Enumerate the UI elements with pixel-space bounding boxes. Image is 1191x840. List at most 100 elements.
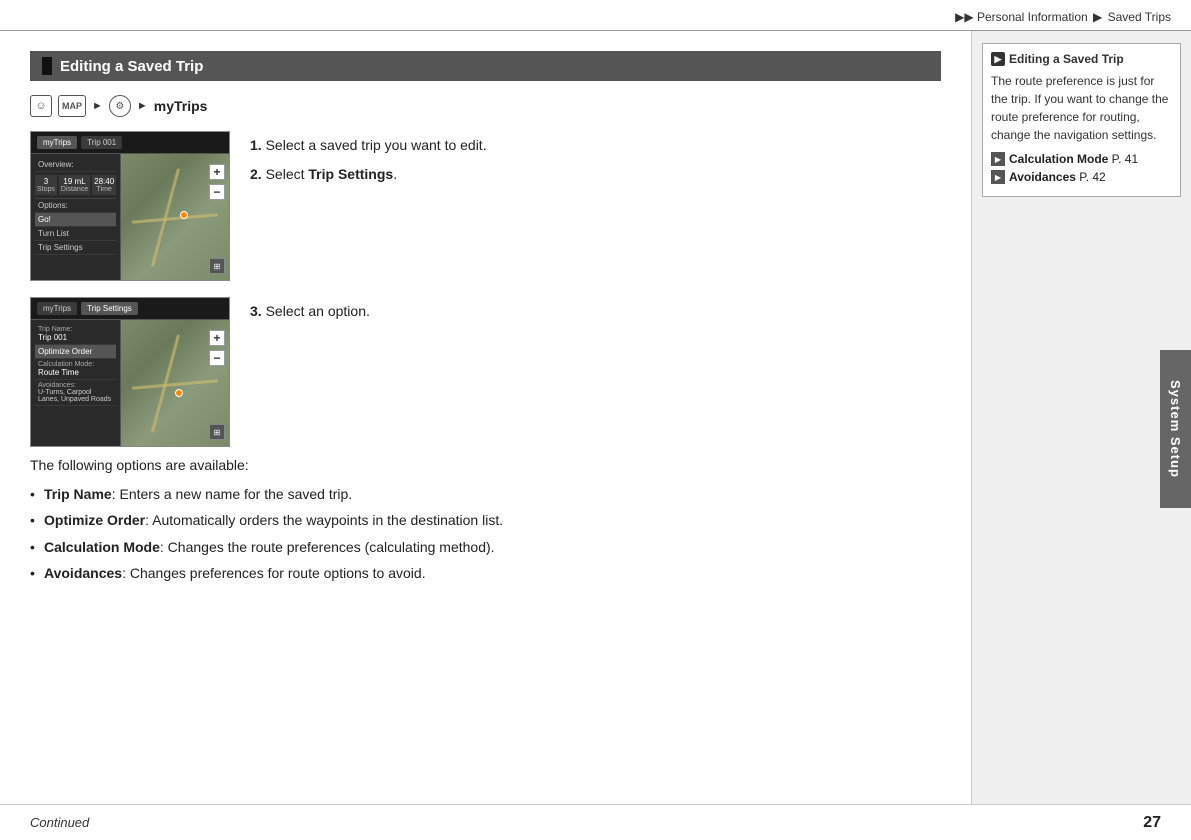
content-area: Editing a Saved Trip ☺ MAP ► ⚙ ► myTrips… (0, 31, 971, 827)
step2: 2. Select Trip Settings. (250, 164, 941, 185)
sidebar-link-text-0: Calculation Mode P. 41 (1009, 152, 1138, 166)
link-page-0: P. 41 (1108, 152, 1138, 166)
map-zoom-in-btn[interactable]: + (209, 164, 225, 180)
map-icon: MAP (58, 95, 86, 117)
screenshot2-topbar: myTrips Trip Settings (31, 298, 229, 320)
screenshot2-map: + − ⊞ (121, 320, 229, 446)
link-bold-0: Calculation Mode (1009, 152, 1108, 166)
bullet-text-1: : Automatically orders the waypoints in … (145, 512, 503, 528)
page-footer: Continued 27 (0, 804, 1191, 840)
link-icon-1: ▶ (991, 170, 1005, 184)
breadcrumb-prefix: ▶▶ (955, 10, 973, 24)
nav-arrow1: ► (92, 100, 103, 112)
menu-overview: Overview: (35, 158, 116, 172)
stat-stops: 3 Stops (35, 175, 57, 195)
menu-trip-settings: Trip Settings (35, 241, 116, 255)
screenshot1: myTrips Trip 001 Overview: 3 Stops (30, 131, 230, 281)
breadcrumb-arrow: ▶ (1093, 10, 1102, 24)
note-icon: ▶ (991, 52, 1005, 66)
bullet-bold-2: Calculation Mode (44, 539, 160, 555)
footer-continued: Continued (30, 815, 89, 830)
stat-time: 28:40 Time (92, 175, 116, 195)
sidebar-note-title: ▶ Editing a Saved Trip (991, 52, 1172, 66)
sidebar-note-title-text: Editing a Saved Trip (1009, 52, 1124, 66)
avoidances: Avoidances: U-Turns, Carpool Lanes, Unpa… (35, 380, 116, 406)
bullet-bold-3: Avoidances (44, 565, 122, 581)
screenshot1-map: + − ⊞ (121, 154, 229, 280)
map-road4 (132, 379, 218, 390)
screenshot1-content: Overview: 3 Stops 19 mL Distance (31, 154, 229, 280)
page-header: ▶▶ Personal Information ▶ Saved Trips (0, 0, 1191, 31)
link-bold-1: Avoidances (1009, 170, 1076, 184)
breadcrumb: ▶▶ Personal Information ▶ Saved Trips (955, 10, 1171, 24)
menu-go: Go! (35, 213, 116, 227)
screenshot2-row: myTrips Trip Settings Trip Name: Trip 00… (30, 297, 941, 447)
bullet-item-1: Optimize Order: Automatically orders the… (30, 507, 941, 533)
screenshot2-content: Trip Name: Trip 001 Optimize Order Calcu… (31, 320, 229, 446)
step3-text: Select an option. (266, 303, 370, 319)
bullet-bold-0: Trip Name (44, 486, 112, 502)
link-page-1: P. 42 (1076, 170, 1106, 184)
page-number: 27 (1143, 814, 1161, 832)
link-icon-0: ▶ (991, 152, 1005, 166)
step2-num: 2. (250, 166, 262, 182)
menu-options: Options: (35, 199, 116, 213)
breadcrumb-page: Saved Trips (1108, 10, 1171, 24)
nav-icons-line: ☺ MAP ► ⚙ ► myTrips (30, 95, 941, 117)
stat-distance: 19 mL Distance (59, 175, 90, 195)
map-zoom-out-btn[interactable]: − (209, 184, 225, 200)
screenshot1-tab2: Trip 001 (81, 136, 122, 149)
screenshot2-tab2: Trip Settings (81, 302, 138, 315)
bullet-item-3: Avoidances: Changes preferences for rout… (30, 560, 941, 586)
map-road2 (132, 213, 218, 224)
optimize-order: Optimize Order (35, 345, 116, 359)
calc-mode: Calculation Mode: Route Time (35, 359, 116, 380)
main-layout: Editing a Saved Trip ☺ MAP ► ⚙ ► myTrips… (0, 31, 1191, 827)
bullet-text-0: : Enters a new name for the saved trip. (112, 486, 352, 502)
nav-arrow2: ► (137, 100, 148, 112)
sidebar-link-calc: ▶ Calculation Mode P. 41 (991, 152, 1172, 166)
screenshot1-left-panel: Overview: 3 Stops 19 mL Distance (31, 154, 121, 280)
section-title-text: Editing a Saved Trip (60, 58, 203, 75)
section-title-bar: Editing a Saved Trip (30, 51, 941, 81)
sidebar-link-avoid: ▶ Avoidances P. 42 (991, 170, 1172, 184)
step1-num: 1. (250, 137, 262, 153)
menu-turn-list: Turn List (35, 227, 116, 241)
bullet-text-2: : Changes the route preferences (calcula… (160, 539, 495, 555)
bullet-section: The following options are available: Tri… (30, 457, 941, 587)
bullet-item-0: Trip Name: Enters a new name for the sav… (30, 481, 941, 507)
map-dot2 (175, 389, 183, 397)
step3-num: 3. (250, 303, 262, 319)
step2-text-pre: Select (266, 166, 309, 182)
screenshots-pair: myTrips Trip 001 Overview: 3 Stops (30, 131, 941, 447)
step2-text-post: . (393, 166, 397, 182)
bullet-intro: The following options are available: (30, 457, 941, 473)
right-sidebar: ▶ Editing a Saved Trip The route prefere… (971, 31, 1191, 827)
map-compass: ⊞ (209, 258, 225, 274)
section-title-icon (42, 57, 52, 75)
screenshot1-tab1: myTrips (37, 136, 77, 149)
map2-compass: ⊞ (209, 424, 225, 440)
bullet-list: Trip Name: Enters a new name for the sav… (30, 481, 941, 587)
stats-row: 3 Stops 19 mL Distance 28:40 Time (35, 172, 116, 199)
step2-bold: Trip Settings (308, 166, 393, 182)
person-icon: ☺ (30, 95, 52, 117)
screenshot1-topbar: myTrips Trip 001 (31, 132, 229, 154)
map2-zoom-in-btn[interactable]: + (209, 330, 225, 346)
screenshot2: myTrips Trip Settings Trip Name: Trip 00… (30, 297, 230, 447)
step1-text: Select a saved trip you want to edit. (266, 137, 487, 153)
bullet-bold-1: Optimize Order (44, 512, 145, 528)
step3: 3. Select an option. (250, 301, 941, 322)
sidebar-note-box: ▶ Editing a Saved Trip The route prefere… (982, 43, 1181, 197)
screenshot2-tab1: myTrips (37, 302, 77, 315)
bullet-text-3: : Changes preferences for route options … (122, 565, 426, 581)
trip-name-label: Trip Name: Trip 001 (35, 324, 116, 345)
instructions-col2: 3. Select an option. (250, 297, 941, 330)
screenshot1-row: myTrips Trip 001 Overview: 3 Stops (30, 131, 941, 281)
map2-zoom-out-btn[interactable]: − (209, 350, 225, 366)
sidebar-note-text: The route preference is just for the tri… (991, 72, 1172, 144)
step1: 1. Select a saved trip you want to edit. (250, 135, 941, 156)
settings-icon: ⚙ (109, 95, 131, 117)
bullet-item-2: Calculation Mode: Changes the route pref… (30, 534, 941, 560)
nav-label: myTrips (154, 98, 208, 114)
